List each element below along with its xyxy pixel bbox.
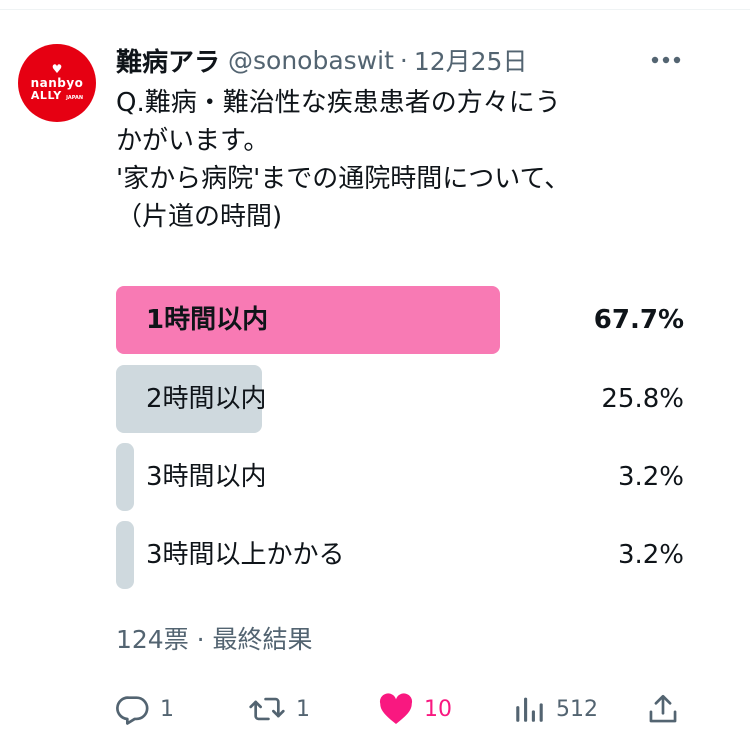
view-count: 512	[556, 696, 598, 722]
separator-dot: ·	[399, 45, 408, 75]
action-bar: 1 1 10 512	[116, 686, 686, 732]
poll-bar	[116, 443, 134, 511]
views-button[interactable]: 512	[512, 686, 598, 732]
heart-icon	[379, 693, 413, 724]
poll-option-percent: 3.2%	[617, 462, 684, 492]
share-button[interactable]	[646, 686, 680, 732]
poll-option-label: 3時間以上かかる	[146, 540, 345, 570]
poll-option-3: 3時間以内 3.2%	[116, 443, 684, 511]
poll-option-percent: 25.8%	[601, 384, 684, 414]
retweet-button[interactable]: 1	[248, 686, 310, 732]
more-options-button[interactable]	[646, 46, 686, 74]
poll-option-1: 1時間以内 67.7%	[116, 286, 684, 354]
poll-meta: 124票 · 最終結果	[116, 625, 313, 654]
poll-option-label: 3時間以内	[146, 462, 267, 492]
tweet-header: 難病アラ @sonobaswit · 12月25日	[116, 42, 736, 78]
reply-icon	[116, 696, 149, 725]
reply-count: 1	[160, 696, 174, 722]
display-name[interactable]: 難病アラ	[116, 42, 220, 79]
top-divider	[0, 0, 750, 10]
tweet-date[interactable]: 12月25日	[414, 42, 528, 78]
heart-logo-icon: ♥	[51, 61, 63, 76]
share-icon	[649, 694, 677, 723]
more-icon	[651, 56, 681, 64]
poll-option-4: 3時間以上かかる 3.2%	[116, 521, 684, 589]
user-handle[interactable]: @sonobaswit	[228, 46, 394, 75]
avatar-logo-text-bottom: ALLY JAPAN	[30, 88, 84, 102]
poll-option-2: 2時間以内 25.8%	[116, 365, 684, 433]
avatar[interactable]: ♥ nanbyo ALLY JAPAN	[18, 44, 96, 122]
like-count: 10	[424, 696, 452, 722]
poll-option-percent: 67.7%	[593, 305, 684, 335]
like-button[interactable]: 10	[378, 686, 452, 732]
retweet-count: 1	[296, 696, 310, 722]
tweet-text: Q.難病・難治性な疾患患者の方々にう かがいます。 '家から病院'までの通院時間…	[116, 88, 571, 232]
reply-button[interactable]: 1	[116, 686, 174, 732]
poll-option-label: 1時間以内	[146, 305, 269, 335]
poll-option-label: 2時間以内	[146, 384, 267, 414]
poll-bar	[116, 521, 134, 589]
analytics-icon	[516, 697, 543, 722]
retweet-icon	[249, 697, 285, 721]
poll-option-percent: 3.2%	[617, 540, 684, 570]
